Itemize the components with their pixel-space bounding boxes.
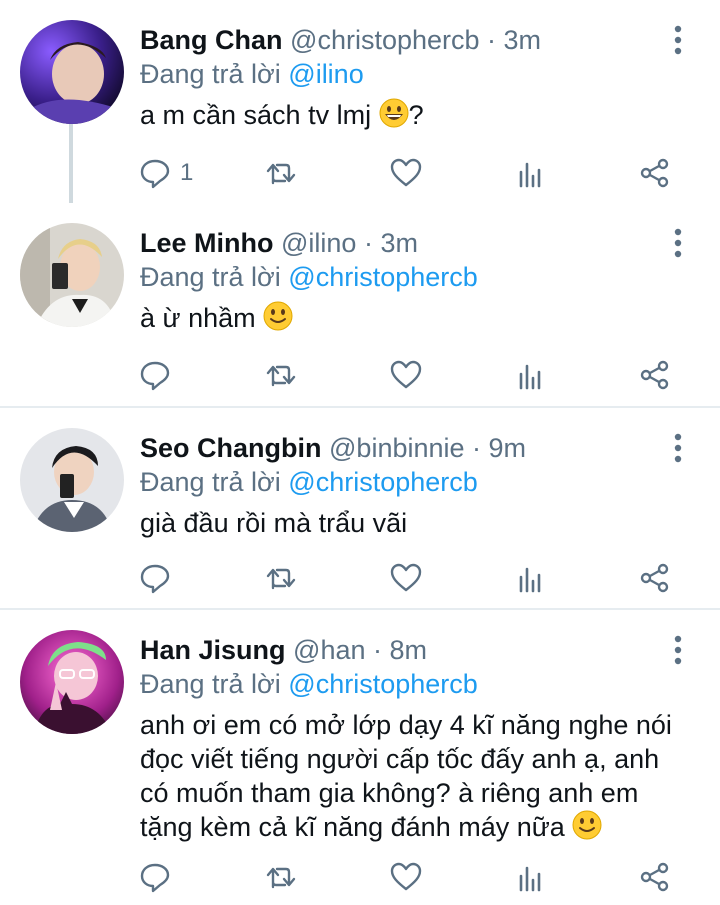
like-button[interactable]: [389, 153, 423, 193]
more-options-icon[interactable]: [664, 634, 692, 666]
retweet-icon: [266, 365, 296, 387]
tweet-header: Han Jisung @han · 8m: [140, 634, 427, 666]
analytics-button[interactable]: [515, 355, 549, 395]
timestamp: · 3m: [487, 25, 542, 55]
share-button[interactable]: [638, 153, 672, 193]
analytics-icon: [519, 162, 541, 188]
user-handle[interactable]: @christophercb: [290, 25, 480, 55]
reply-icon: [140, 361, 170, 391]
tweet-header: Seo Changbin @binbinnie · 9m: [140, 432, 526, 464]
tweet-text: a m cần sách tv lmj ?: [140, 98, 680, 132]
tweet-1[interactable]: Bang Chan @christophercb · 3m Đang trả l…: [0, 0, 720, 203]
reply-icon: [140, 863, 170, 893]
mention-link[interactable]: @christophercb: [288, 262, 478, 292]
analytics-button[interactable]: [515, 153, 549, 193]
analytics-icon: [519, 866, 541, 892]
reply-button[interactable]: [138, 355, 172, 395]
replying-to: Đang trả lời @christophercb: [140, 261, 478, 293]
replying-label: Đang trả lời: [140, 467, 281, 497]
mention-link[interactable]: @christophercb: [288, 669, 478, 699]
slightly-smiling-face-emoji: [572, 810, 602, 840]
tweet-actions: 1: [0, 153, 720, 193]
replying-label: Đang trả lời: [140, 669, 281, 699]
share-button[interactable]: [638, 355, 672, 395]
share-button[interactable]: [638, 857, 672, 897]
like-icon: [390, 360, 422, 389]
mention-link[interactable]: @ilino: [288, 59, 363, 89]
tweet-text: à ừ nhầm: [140, 301, 680, 335]
more-options-icon[interactable]: [664, 227, 692, 259]
avatar[interactable]: [20, 428, 124, 532]
share-icon: [640, 360, 669, 390]
user-handle[interactable]: @binbinnie: [329, 433, 465, 463]
retweet-button[interactable]: [264, 558, 298, 598]
retweet-icon: [266, 568, 296, 590]
retweet-button[interactable]: [264, 355, 298, 395]
user-handle[interactable]: @han: [293, 635, 365, 665]
analytics-icon: [519, 364, 541, 390]
retweet-button[interactable]: [264, 153, 298, 193]
reply-button[interactable]: [138, 857, 172, 897]
share-button[interactable]: [638, 558, 672, 598]
tweet-text-content: già đầu rồi mà trẩu vãi: [140, 508, 408, 538]
more-options-icon[interactable]: [664, 24, 692, 56]
timestamp: · 9m: [472, 433, 527, 463]
grinning-face-emoji: [379, 98, 409, 128]
reply-count: 1: [180, 159, 194, 186]
like-button[interactable]: [389, 857, 423, 897]
analytics-button[interactable]: [515, 558, 549, 598]
reply-icon: [140, 564, 170, 594]
like-icon: [390, 862, 422, 891]
display-name[interactable]: Bang Chan: [140, 25, 283, 55]
avatar[interactable]: [20, 223, 124, 327]
display-name[interactable]: Han Jisung: [140, 635, 286, 665]
share-icon: [640, 862, 669, 892]
slightly-smiling-face-emoji: [263, 301, 293, 331]
display-name[interactable]: Lee Minho: [140, 228, 274, 258]
analytics-icon: [519, 567, 541, 593]
tweet-header: Bang Chan @christophercb · 3m: [140, 24, 541, 56]
retweet-icon: [266, 163, 296, 185]
like-button[interactable]: [389, 355, 423, 395]
display-name[interactable]: Seo Changbin: [140, 433, 322, 463]
mention-link[interactable]: @christophercb: [288, 467, 478, 497]
share-icon: [640, 158, 669, 188]
replying-to: Đang trả lời @christophercb: [140, 668, 478, 700]
reply-icon: [140, 159, 170, 189]
tweet-text: anh ơi em có mở lớp dạy 4 kĩ năng nghe n…: [140, 708, 680, 844]
timestamp: · 8m: [373, 635, 428, 665]
like-icon: [390, 158, 422, 187]
replying-to: Đang trả lời @ilino: [140, 58, 364, 90]
tweet-header: Lee Minho @ilino · 3m: [140, 227, 418, 259]
reply-button[interactable]: 1: [138, 153, 193, 193]
like-button[interactable]: [389, 558, 423, 598]
replying-label: Đang trả lời: [140, 59, 281, 89]
replying-label: Đang trả lời: [140, 262, 281, 292]
tweet-4[interactable]: Han Jisung @han · 8m Đang trả lời @chris…: [0, 610, 720, 905]
user-handle[interactable]: @ilino: [281, 228, 356, 258]
reply-button[interactable]: [138, 558, 172, 598]
more-options-icon[interactable]: [664, 432, 692, 464]
retweet-button[interactable]: [264, 857, 298, 897]
retweet-icon: [266, 867, 296, 889]
tweet-3[interactable]: Seo Changbin @binbinnie · 9m Đang trả lờ…: [0, 408, 720, 610]
avatar[interactable]: [20, 20, 124, 124]
tweet-actions: [0, 857, 720, 897]
timestamp: · 3m: [363, 228, 418, 258]
replying-to: Đang trả lời @christophercb: [140, 466, 478, 498]
avatar[interactable]: [20, 630, 124, 734]
tweet-text-content: a m cần sách tv lmj: [140, 100, 372, 130]
tweet-text: già đầu rồi mà trẩu vãi: [140, 506, 680, 540]
tweet-actions: [0, 558, 720, 598]
tweet-text-content: à ừ nhầm: [140, 303, 256, 333]
tweet-2[interactable]: Lee Minho @ilino · 3m Đang trả lời @chri…: [0, 203, 720, 408]
tweet-text-suffix: ?: [408, 100, 424, 130]
analytics-button[interactable]: [515, 857, 549, 897]
tweet-actions: [0, 355, 720, 395]
like-icon: [390, 563, 422, 592]
share-icon: [640, 563, 669, 593]
